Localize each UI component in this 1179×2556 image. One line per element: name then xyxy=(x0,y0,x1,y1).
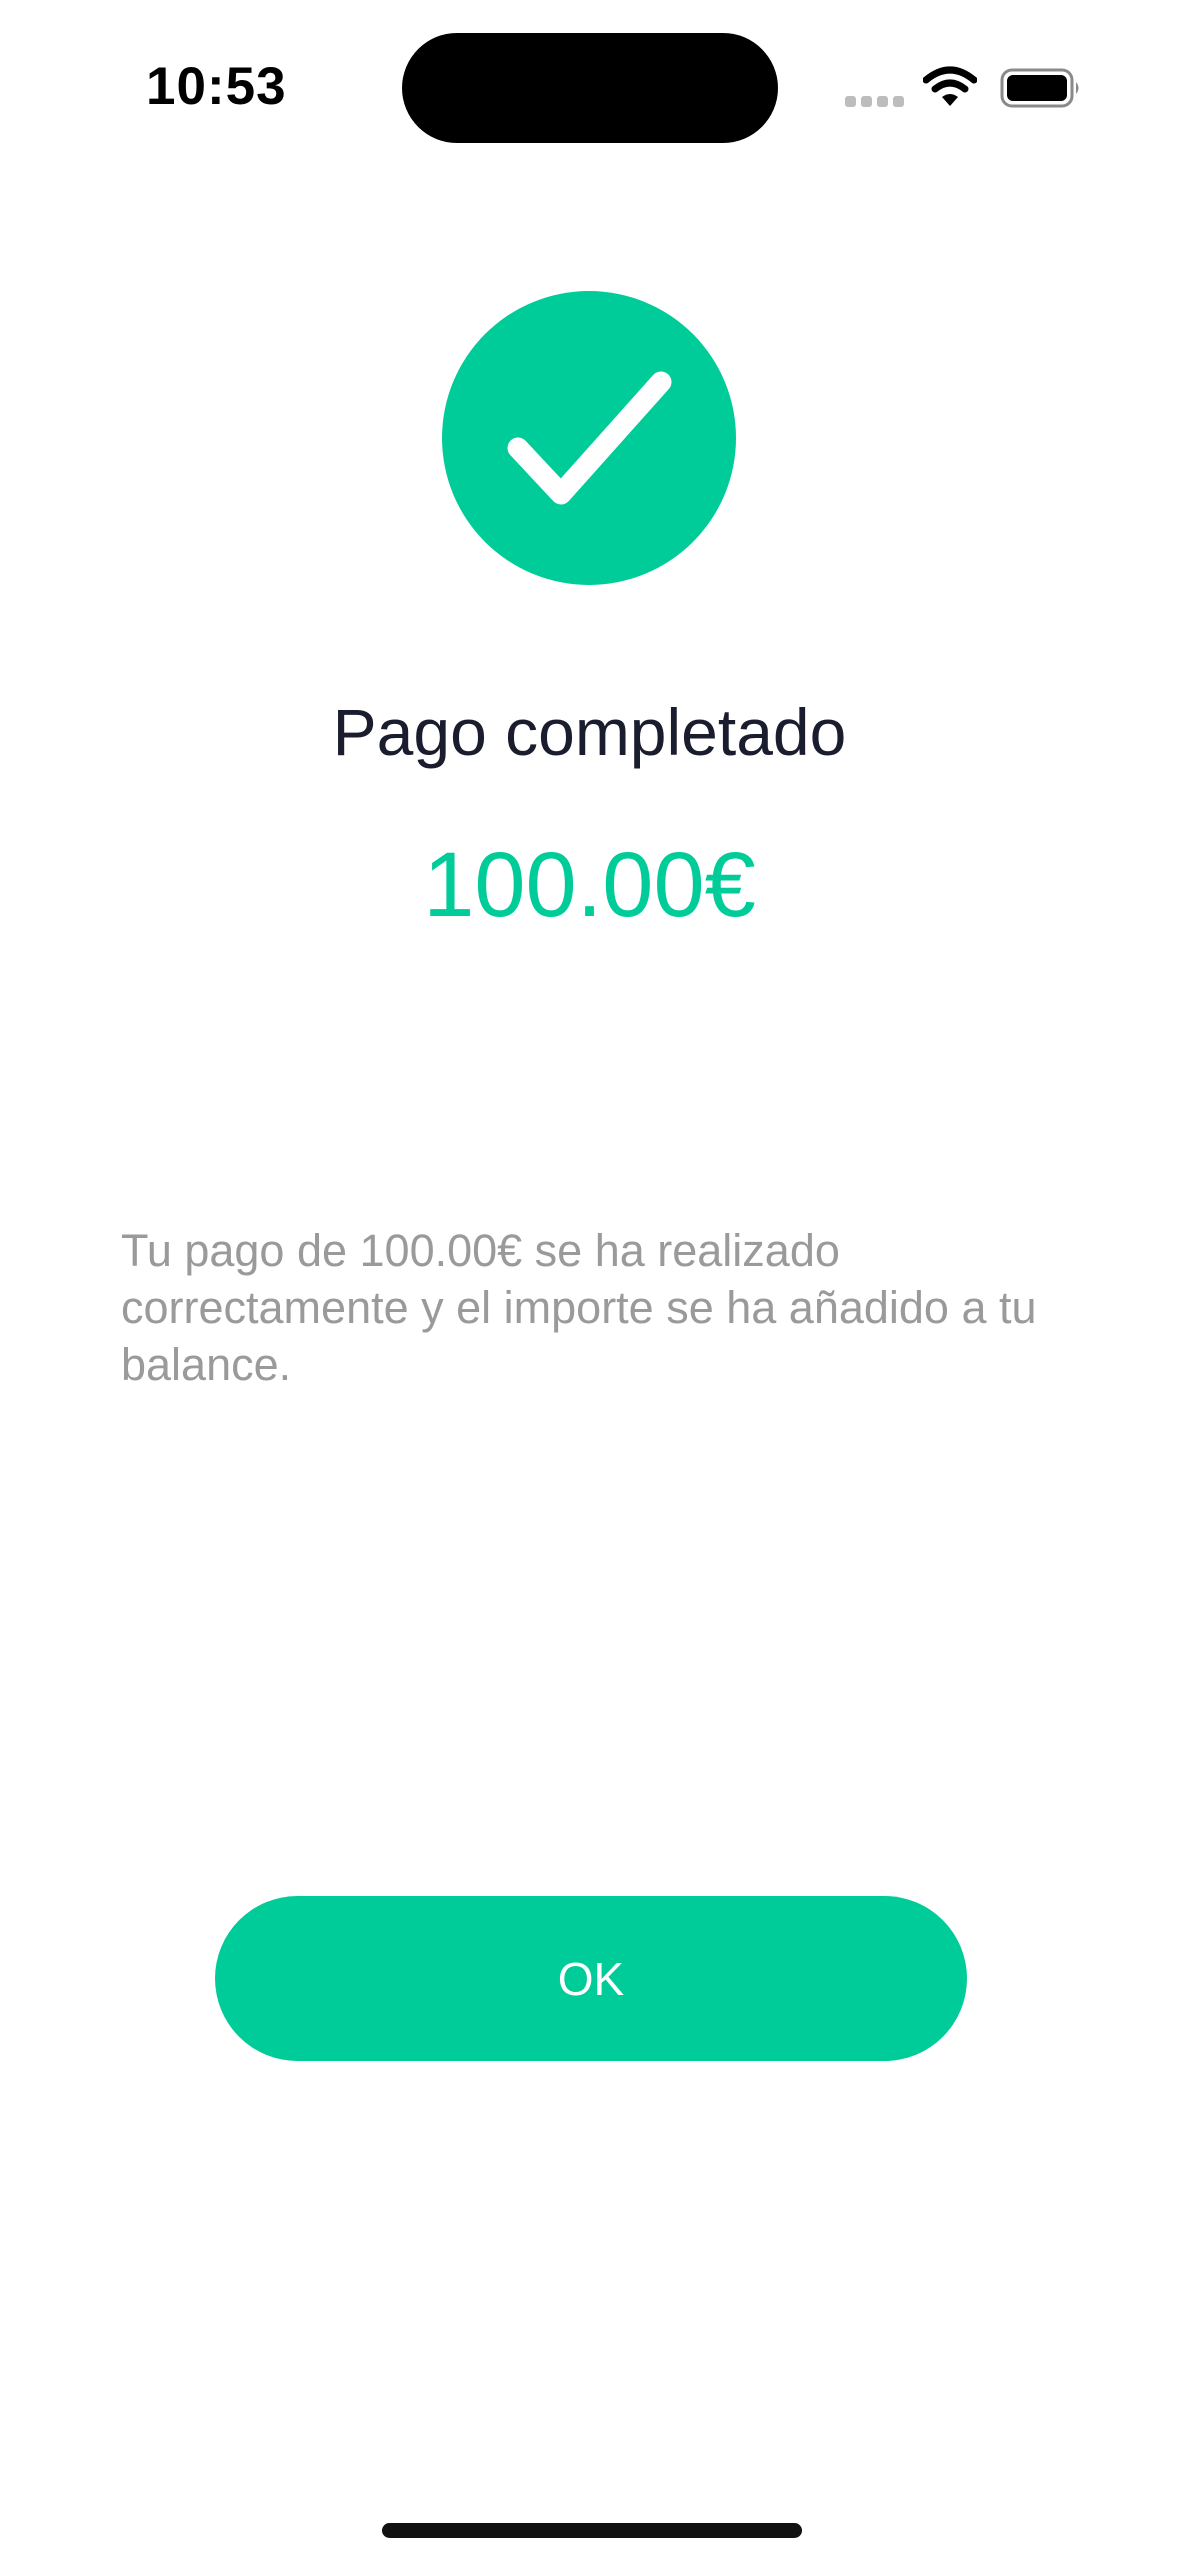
dynamic-island xyxy=(402,33,778,143)
wifi-icon xyxy=(922,66,978,108)
battery-icon xyxy=(1000,68,1082,108)
status-bar: 10:53 xyxy=(0,0,1179,170)
success-checkmark-badge xyxy=(442,291,736,585)
home-indicator[interactable] xyxy=(382,2523,802,2538)
cellular-signal-icon xyxy=(845,96,905,108)
confirmation-message: Tu pago de 100.00€ se ha realizado corre… xyxy=(121,1225,1037,1390)
checkmark-icon xyxy=(507,371,672,505)
page-title: Pago completado xyxy=(332,695,847,769)
status-time: 10:53 xyxy=(146,57,287,116)
ok-button[interactable]: OK xyxy=(215,1896,967,2061)
payment-amount: 100.00€ xyxy=(423,834,756,936)
